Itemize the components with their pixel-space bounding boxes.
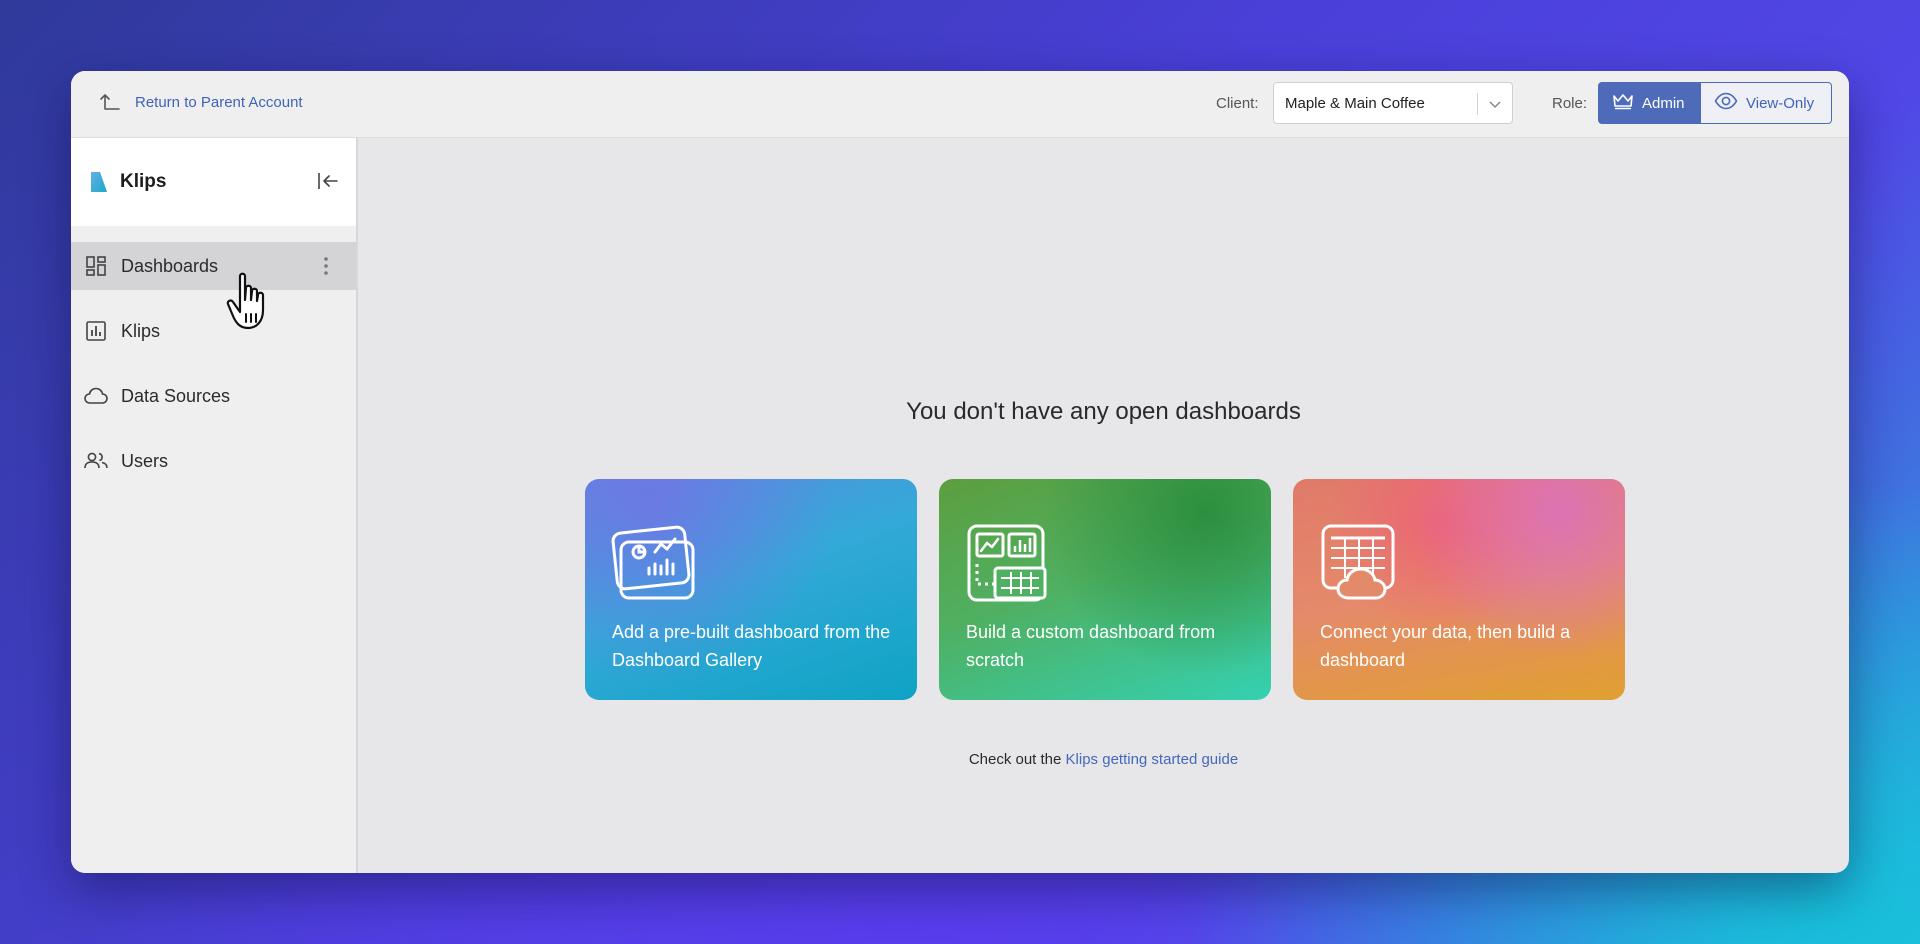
sidebar-item-label: Dashboards <box>121 255 219 276</box>
sidebar-item-data-sources[interactable]: Data Sources <box>71 372 356 420</box>
more-vertical-icon[interactable] <box>323 256 329 281</box>
hand-pointer-cursor-icon <box>226 270 286 339</box>
return-to-parent-link[interactable]: Return to Parent Account <box>135 94 303 111</box>
brand-name: Klips <box>120 171 167 192</box>
dashboard-grid-icon <box>85 255 107 277</box>
role-view-only-label: View-Only <box>1746 94 1815 112</box>
role-toggle: Admin View-Only <box>1598 82 1832 124</box>
client-label: Client: <box>1216 95 1259 112</box>
card-dashboard-gallery[interactable]: Add a pre-built dashboard from the Dashb… <box>585 479 917 700</box>
empty-state-title: You don't have any open dashboards <box>906 398 1301 425</box>
top-bar: Return to Parent Account Client: Maple &… <box>71 71 1849 138</box>
klips-logo-icon <box>89 171 109 198</box>
select-divider <box>1477 93 1478 115</box>
crown-icon <box>1612 92 1634 114</box>
client-selected-value: Maple & Main Coffee <box>1285 95 1425 112</box>
sidebar-item-label: Users <box>121 450 169 471</box>
card-custom-dashboard[interactable]: Build a custom dashboard from scratch <box>939 479 1271 700</box>
guide-prefix: Check out the <box>968 751 1062 768</box>
cloud-icon <box>83 385 109 407</box>
client-select[interactable]: Maple & Main Coffee <box>1273 82 1513 124</box>
collapse-sidebar-icon[interactable] <box>316 170 340 197</box>
custom-dashboard-icon <box>965 522 1051 607</box>
getting-started-guide-link[interactable]: Klips getting started guide <box>1066 751 1239 768</box>
return-to-parent-button[interactable]: Return to Parent Account <box>99 91 303 113</box>
sidebar: Klips Dashboards Klips Data Sources User… <box>71 138 358 873</box>
data-cloud-icon <box>1319 522 1405 607</box>
users-icon <box>83 450 109 472</box>
main-content: You don't have any open dashboards Add a… <box>358 138 1849 873</box>
role-view-only-button[interactable]: View-Only <box>1701 82 1832 124</box>
sidebar-item-dashboards[interactable]: Dashboards <box>71 242 356 290</box>
role-admin-button[interactable]: Admin <box>1598 82 1701 124</box>
sidebar-item-label: Data Sources <box>121 385 231 406</box>
brand-header: Klips <box>71 138 356 226</box>
card-connect-data[interactable]: Connect your data, then build a dashboar… <box>1293 479 1625 700</box>
bar-chart-icon <box>85 320 107 342</box>
eye-icon <box>1714 92 1738 114</box>
arrow-up-left-icon <box>99 91 121 113</box>
sidebar-item-klips[interactable]: Klips <box>71 307 356 355</box>
role-label: Role: <box>1552 95 1588 112</box>
dashboard-gallery-icon <box>611 522 697 607</box>
card-text: Build a custom dashboard from scratch <box>966 622 1216 670</box>
sidebar-item-label: Klips <box>121 320 161 341</box>
card-text: Connect your data, then build a dashboar… <box>1320 622 1571 670</box>
getting-started-hint: Check out the Klips getting started guid… <box>358 751 1849 768</box>
chevron-down-icon[interactable] <box>1487 96 1503 117</box>
sidebar-item-users[interactable]: Users <box>71 437 356 485</box>
role-admin-label: Admin <box>1642 94 1685 112</box>
app-window: Return to Parent Account Client: Maple &… <box>71 71 1849 873</box>
card-text: Add a pre-built dashboard from the Dashb… <box>612 622 891 670</box>
